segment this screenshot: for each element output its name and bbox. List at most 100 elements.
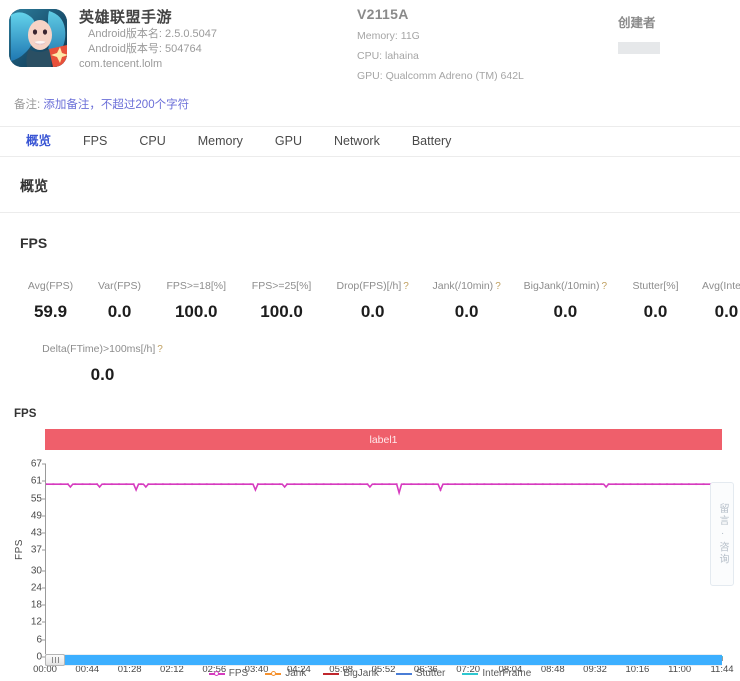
- note-label: 备注:: [14, 99, 40, 111]
- series-point: [498, 483, 500, 485]
- y-tick-label: 18: [16, 600, 42, 611]
- series-point: [177, 483, 179, 485]
- series-point: [483, 483, 485, 485]
- series-point: [535, 483, 537, 485]
- series-point: [250, 483, 252, 485]
- series-point: [46, 483, 47, 485]
- series-point: [74, 483, 76, 485]
- device-gpu: GPU: Qualcomm Adreno (TM) 642L: [357, 70, 524, 82]
- y-tick-label: 49: [16, 510, 42, 521]
- series-point: [673, 483, 675, 485]
- tab-概览[interactable]: 概览: [10, 127, 67, 156]
- y-tick-label: 67: [16, 459, 42, 470]
- help-icon[interactable]: ?: [403, 281, 409, 292]
- feedback-side-tab[interactable]: 留言 · 咨询: [710, 482, 734, 586]
- series-point: [542, 483, 544, 485]
- stat-fps-25: FPS>=25[%]100.0: [238, 280, 324, 322]
- series-point: [308, 483, 310, 485]
- series-point: [622, 483, 624, 485]
- series-point: [162, 483, 164, 485]
- legend-label: InterFrame: [482, 668, 531, 679]
- series-point: [374, 483, 376, 485]
- tab-cpu[interactable]: CPU: [123, 127, 181, 156]
- legend-item-interframe[interactable]: InterFrame: [462, 668, 531, 679]
- series-point: [447, 483, 449, 485]
- stat-value: 0.0: [421, 302, 513, 322]
- series-point: [659, 483, 661, 485]
- series-point: [703, 483, 705, 485]
- chart-label-bar[interactable]: label1: [45, 429, 722, 450]
- stat-drop-fps-h: Drop(FPS)[/h]?0.0: [325, 280, 421, 322]
- series-point: [315, 483, 317, 485]
- chart-range-handle-left[interactable]: [45, 654, 65, 666]
- y-tick-label: 30: [16, 565, 42, 576]
- series-point: [213, 483, 215, 485]
- help-icon[interactable]: ?: [495, 281, 501, 292]
- tab-memory[interactable]: Memory: [182, 127, 259, 156]
- stat-label: Stutter[%]: [618, 280, 693, 292]
- tab-gpu[interactable]: GPU: [259, 127, 318, 156]
- legend-item-fps[interactable]: FPS: [209, 668, 248, 679]
- series-point: [140, 483, 142, 485]
- tab-battery[interactable]: Battery: [396, 127, 468, 156]
- legend-swatch-icon: [265, 669, 281, 678]
- legend-swatch-icon: [323, 669, 339, 678]
- series-point: [89, 483, 91, 485]
- add-note-link[interactable]: 添加备注，不超过200个字符: [43, 99, 189, 111]
- stat-label: Jank(/10min)?: [421, 280, 513, 292]
- legend-label: Stutter: [416, 668, 445, 679]
- series-point: [367, 483, 369, 485]
- stat-var-fps: Var(FPS)0.0: [85, 280, 154, 322]
- series-point: [60, 483, 62, 485]
- chart-range-track[interactable]: [55, 655, 722, 665]
- series-point: [462, 483, 464, 485]
- app-version-name: Android版本名: 2.5.0.5047: [88, 27, 217, 42]
- help-icon[interactable]: ?: [157, 344, 163, 355]
- series-point: [96, 483, 98, 485]
- series-point: [184, 483, 186, 485]
- series-point: [432, 483, 434, 485]
- series-point: [505, 483, 507, 485]
- help-icon[interactable]: ?: [602, 281, 608, 292]
- tab-network[interactable]: Network: [318, 127, 396, 156]
- performance-report-page: 英雄联盟手游 Android版本名: 2.5.0.5047 Android版本号…: [0, 0, 740, 681]
- series-point: [593, 483, 595, 485]
- tab-fps[interactable]: FPS: [67, 127, 123, 156]
- stat-label: FPS>=25[%]: [238, 280, 324, 292]
- series-point: [418, 483, 420, 485]
- series-point: [294, 483, 296, 485]
- stat-value: 0.0: [513, 302, 618, 322]
- section-divider-overview: [0, 212, 740, 213]
- stat-jank-10min: Jank(/10min)? 0.0: [421, 280, 513, 322]
- series-point: [549, 483, 551, 485]
- stat-avg-fps: Avg(FPS)59.9: [16, 280, 85, 322]
- series-point: [67, 483, 69, 485]
- series-point: [586, 483, 588, 485]
- legend-item-bigjank[interactable]: BigJank: [323, 668, 379, 679]
- note-row: 备注: 添加备注，不超过200个字符: [14, 96, 189, 112]
- chart-plot-area[interactable]: [45, 464, 722, 657]
- y-tick-label: 0: [16, 652, 42, 663]
- legend-label: Jank: [285, 668, 306, 679]
- chart-range-scrollbar[interactable]: [45, 654, 722, 666]
- fps-stats-row-secondary: Delta(FTime)>100ms[/h]?0.0: [0, 343, 740, 385]
- y-tick-label: 6: [16, 634, 42, 645]
- device-cpu: CPU: lahaina: [357, 50, 524, 62]
- series-point: [615, 483, 617, 485]
- main-tabbar: 概览FPSCPUMemoryGPUNetworkBattery: [0, 126, 740, 157]
- device-model: V2115A: [357, 6, 524, 22]
- feedback-side-tab-label: 留言 · 咨询: [716, 503, 728, 566]
- stat-stutter: Stutter[%]0.0: [618, 280, 693, 322]
- stat-avg-interf: Avg(InterF0.0: [693, 280, 740, 322]
- legend-item-stutter[interactable]: Stutter: [396, 668, 445, 679]
- series-fps: [46, 484, 723, 493]
- legend-item-jank[interactable]: Jank: [265, 668, 306, 679]
- legend-swatch-icon: [209, 669, 225, 678]
- series-point: [381, 483, 383, 485]
- series-point: [147, 483, 149, 485]
- series-point: [191, 483, 193, 485]
- series-point: [301, 483, 303, 485]
- series-point: [608, 483, 610, 485]
- creator-label: 创建者: [618, 12, 660, 31]
- y-tick-label: 12: [16, 617, 42, 628]
